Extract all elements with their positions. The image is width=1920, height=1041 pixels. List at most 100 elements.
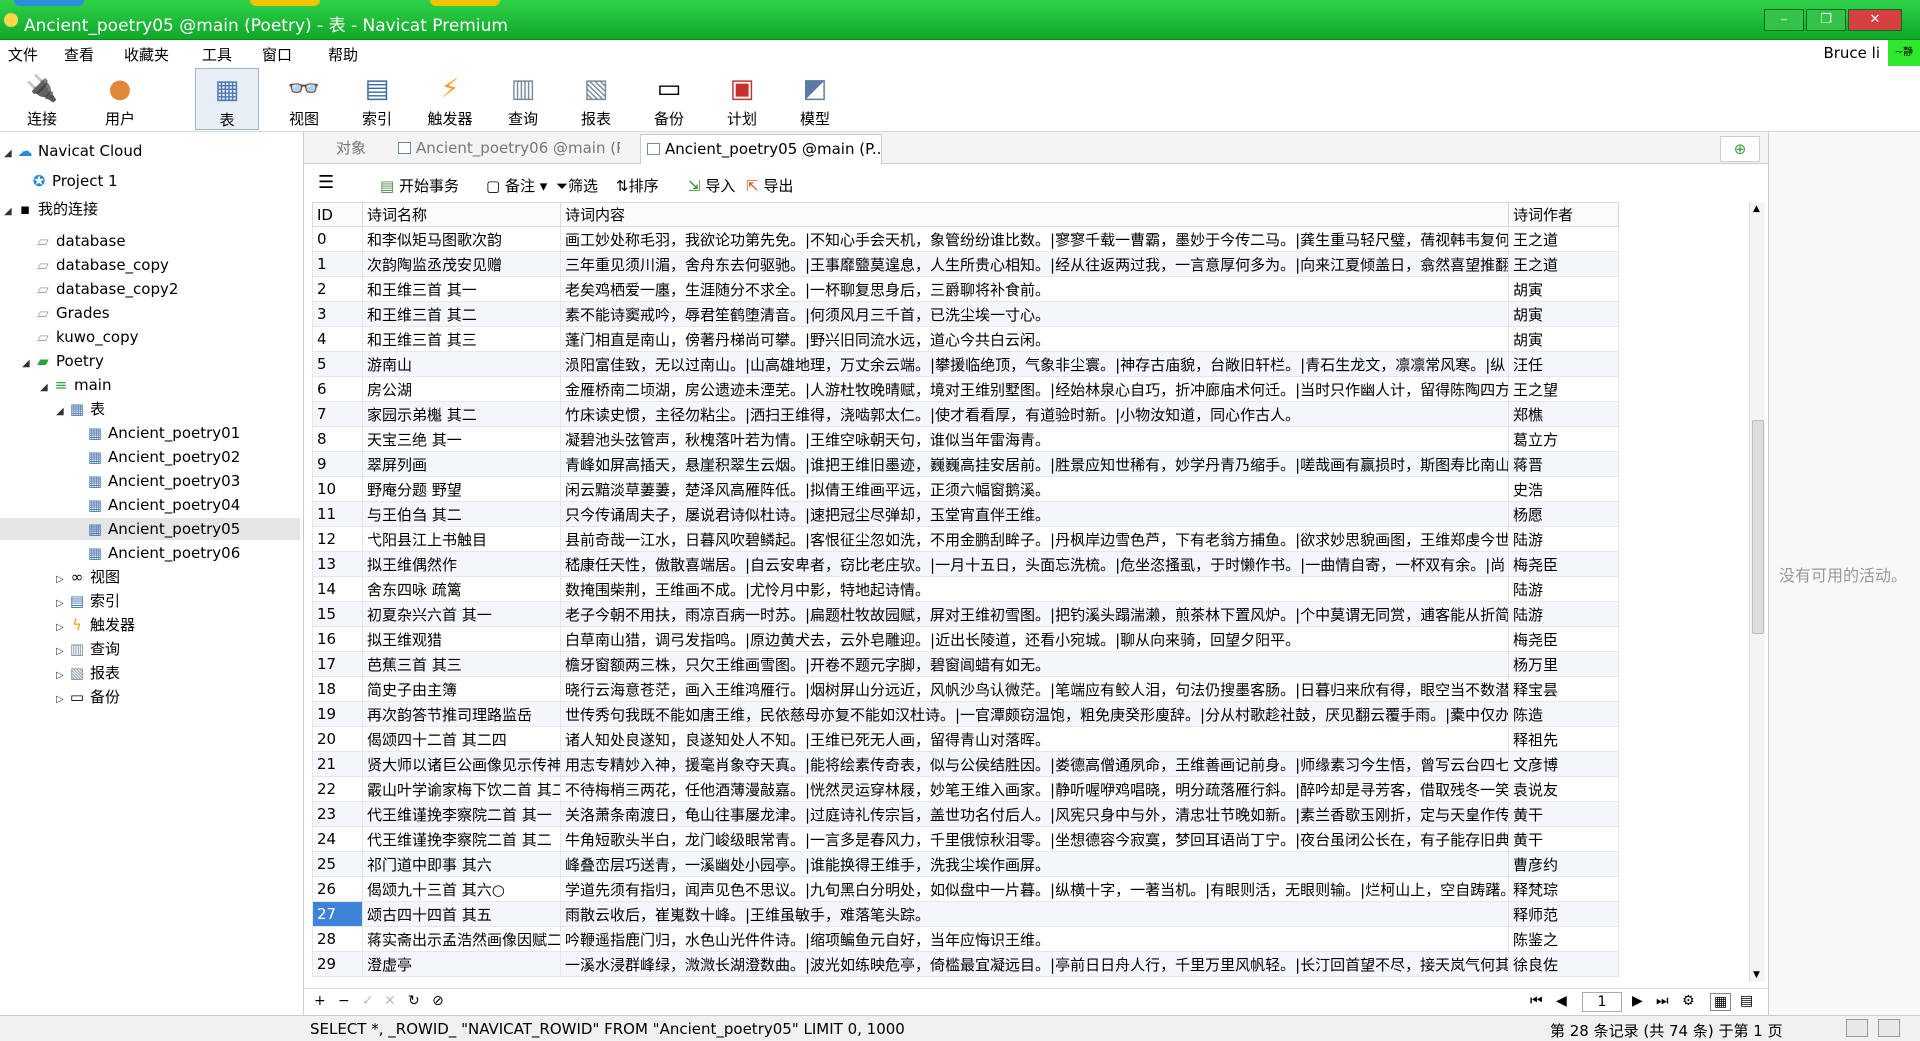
import-button[interactable]: ⇲ 导入 <box>688 175 735 196</box>
menu-view[interactable]: 查看 <box>64 44 94 65</box>
cell-title[interactable]: 芭蕉三首 其三 <box>362 651 561 677</box>
menu-help[interactable]: 帮助 <box>328 44 358 65</box>
tree-table-ancient-poetry05[interactable]: ▦ Ancient_poetry05 <box>0 518 300 540</box>
form-view-icon[interactable]: ▤ <box>1740 993 1753 1009</box>
discard-icon[interactable]: ✕ <box>384 993 396 1009</box>
cell-content[interactable]: 三年重见须川湄，舍舟东去何驱驰。|王事靡盬莫遑息，人生所贵心相知。|经从往返两过… <box>560 251 1509 277</box>
collapse-arrow-icon[interactable]: ▷ <box>56 617 68 639</box>
cell-author[interactable]: 徐良佐 <box>1508 951 1619 977</box>
table-row[interactable]: 19 再次韵答节推司理路监岳 世传秀句我既不能如唐王维，民依慈母亦复不能如汉杜诗。|… <box>312 701 1619 727</box>
cell-id[interactable]: 1 <box>312 251 363 277</box>
cell-author[interactable]: 释宝昙 <box>1508 676 1619 702</box>
cell-content[interactable]: 数掩围柴荆，王维画不成。|尤怜月中影，特地起诗情。 <box>560 576 1509 602</box>
new-tab-icon[interactable]: ⊕ <box>1720 136 1760 162</box>
panel-toggle-icon[interactable] <box>1878 1019 1900 1037</box>
cell-title[interactable]: 舍东四咏 疏篱 <box>362 576 561 602</box>
cell-author[interactable]: 王之道 <box>1508 226 1619 252</box>
cell-title[interactable]: 祁门道中即事 其六 <box>362 851 561 877</box>
cell-content[interactable]: 老子今朝不用扶，雨凉百病一时苏。|扁题杜牧故园赋，屏对王维初雪图。|把钓溪头蹋湍… <box>560 601 1509 627</box>
tree-queries-folder[interactable]: ▷ ▥ 查询 <box>56 638 120 660</box>
cell-id[interactable]: 20 <box>312 726 363 752</box>
table-row[interactable]: 11 与王伯刍 其二 只今传诵周夫子，屡说君诗似杜诗。|速把冠尘尽弹却，玉堂宵直伴王… <box>312 501 1619 527</box>
cell-author[interactable]: 曹彦约 <box>1508 851 1619 877</box>
tree-table-ancient-poetry04[interactable]: ▦ Ancient_poetry04 <box>86 494 240 516</box>
cell-title[interactable]: 天宝三绝 其一 <box>362 426 561 452</box>
cell-title[interactable]: 和王维三首 其二 <box>362 301 561 327</box>
table-row[interactable]: 29 澄虚亭 一溪水浸群峰绿，溦溦长湖澄数曲。|波光如练映危亭，倚槛最宜凝远目。|亭… <box>312 951 1619 977</box>
index-button[interactable]: ▤ 索引 <box>345 68 409 130</box>
cell-author[interactable]: 释梵琮 <box>1508 876 1619 902</box>
table-row[interactable]: 16 拟王维观猎 白草南山猎，调弓发指鸣。|原边黄犬去，云外皂雕迎。|近出长陵道，还… <box>312 626 1619 652</box>
cell-id[interactable]: 2 <box>312 276 363 302</box>
cell-author[interactable]: 黄干 <box>1508 826 1619 852</box>
cell-id[interactable]: 0 <box>312 226 363 252</box>
cell-author[interactable]: 陆游 <box>1508 576 1619 602</box>
cell-content[interactable]: 画工妙处称毛羽，我欲论功第先免。|不知心手会天机，象管纷纷谁比数。|寥寥千载一曹… <box>560 226 1509 252</box>
cell-content[interactable]: 县前奇哉一江水，日暮风吹碧鳞起。|客恨征尘忽如洗，不用金鹏刮眸子。|丹枫岸边雪色… <box>560 526 1509 552</box>
cell-title[interactable]: 代王维谨挽李察院二首 其一 <box>362 801 561 827</box>
cell-content[interactable]: 嵇康任天性，傲散喜端居。|自云安卑者，窃比老庄欤。|一月十五日，头面忘洗梳。|危… <box>560 551 1509 577</box>
scroll-down-icon[interactable]: ▼ <box>1753 970 1760 980</box>
cell-author[interactable]: 梅尧臣 <box>1508 551 1619 577</box>
table-row[interactable]: 15 初夏杂兴六首 其一 老子今朝不用扶，雨凉百病一时苏。|扁题杜牧故园赋，屏对王维… <box>312 601 1619 627</box>
tree-views-folder[interactable]: ▷ ∞ 视图 <box>56 566 120 588</box>
cell-author[interactable]: 梅尧臣 <box>1508 626 1619 652</box>
tree-project[interactable]: ✪ Project 1 <box>30 170 118 192</box>
cell-author[interactable]: 陆游 <box>1508 601 1619 627</box>
table-row[interactable]: 5 游南山 涢阳富佳致，无以过南山。|山高雄地理，万丈余云端。|攀援临绝顶，气象非尘… <box>312 351 1619 377</box>
tree-my-connections[interactable]: ◢ ▪ 我的连接 <box>4 198 98 220</box>
cell-content[interactable]: 关洛萧条南渡日，龟山往事屡龙津。|过庭诗礼传宗旨，盖世功名付后人。|风宪只身中与… <box>560 801 1509 827</box>
connect-button[interactable]: 🔌 连接 <box>10 68 74 130</box>
column-header-content[interactable]: 诗词内容 <box>560 202 1509 227</box>
cell-title[interactable]: 偈颂九十三首 其六○ <box>362 876 561 902</box>
cell-id[interactable]: 28 <box>312 926 363 952</box>
menu-window[interactable]: 窗口 <box>262 44 292 65</box>
cell-author[interactable]: 胡寅 <box>1508 301 1619 327</box>
schedule-button[interactable]: ▣ 计划 <box>710 68 774 130</box>
cell-id[interactable]: 16 <box>312 626 363 652</box>
cell-title[interactable]: 拟王维偶然作 <box>362 551 561 577</box>
cell-id[interactable]: 26 <box>312 876 363 902</box>
collapse-arrow-icon[interactable]: ▷ <box>56 689 68 711</box>
table-row[interactable]: 24 代王维谨挽李察院二首 其二 牛角短歌头半白，龙门峻级眼常青。|一言多是春风力，… <box>312 826 1619 852</box>
tab-ancient-poetry06[interactable]: Ancient_poetry06 @main (P... <box>392 134 620 164</box>
cell-content[interactable]: 凝碧池头弦管声，秋槐落叶若为情。|王维空咏朝天句，谁似当年雷海青。 <box>560 426 1509 452</box>
cell-id[interactable]: 12 <box>312 526 363 552</box>
tree-navicat-cloud[interactable]: ◢ ☁ Navicat Cloud <box>4 140 142 162</box>
cell-id[interactable]: 14 <box>312 576 363 602</box>
cell-id[interactable]: 11 <box>312 501 363 527</box>
cell-title[interactable]: 拟王维观猎 <box>362 626 561 652</box>
tree-db-database-copy2[interactable]: ▱ database_copy2 <box>34 278 178 300</box>
tree-tables-folder[interactable]: ◢ ▦ 表 <box>56 398 105 420</box>
column-header-author[interactable]: 诗词作者 <box>1508 202 1619 227</box>
table-row[interactable]: 7 家园示弟櫆 其二 竹床读史惯，主径勿粘尘。|洒扫王维得，浇啮郭太仁。|使才看看厚… <box>312 401 1619 427</box>
cell-id[interactable]: 22 <box>312 776 363 802</box>
cell-title[interactable]: 游南山 <box>362 351 561 377</box>
tree-db-database[interactable]: ▱ database <box>34 230 125 252</box>
table-row[interactable]: 3 和王维三首 其二 素不能诗窦戒吟，辱君笙鹤堕清音。|何须风月三千首，已洗尘埃一寸… <box>312 301 1619 327</box>
cell-content[interactable]: 诸人知处良遂知，良遂知处人不知。|王维已死无人画，留得青山对落晖。 <box>560 726 1509 752</box>
table-row[interactable]: 6 房公湖 金雁桥南二顷湖，房公遗迹未湮芜。|人游杜牧晚晴赋，境对王维别墅图。|经始… <box>312 376 1619 402</box>
cell-id[interactable]: 23 <box>312 801 363 827</box>
cell-title[interactable]: 次韵陶监丞茂安见赠 <box>362 251 561 277</box>
cell-id[interactable]: 3 <box>312 301 363 327</box>
cell-id[interactable]: 6 <box>312 376 363 402</box>
tree-db-poetry[interactable]: ◢ ▰ Poetry <box>22 350 104 372</box>
table-row[interactable]: 28 蒋实斋出示孟浩然画像因赋二 吟鞭遥指鹿门归，水色山光件件诗。|缩项鳊鱼元自好，… <box>312 926 1619 952</box>
cell-id[interactable]: 18 <box>312 676 363 702</box>
first-page-icon[interactable]: ⏮ <box>1530 993 1543 1009</box>
apply-icon[interactable]: ✓ <box>362 993 374 1009</box>
cell-id[interactable]: 25 <box>312 851 363 877</box>
cell-content[interactable]: 蓬门相直是南山，傍著丹梯尚可攀。|野兴旧同流水远，道心今共白云闲。 <box>560 326 1509 352</box>
column-header-id[interactable]: ID <box>312 202 363 227</box>
table-row[interactable]: 20 偈颂四十二首 其二四 诸人知处良遂知，良遂知处人不知。|王维已死无人画，留得青… <box>312 726 1619 752</box>
cell-content[interactable]: 晓行云海意苍茫，画入王维鸿雁行。|烟树屏山分远近，风帆沙鸟认微茫。|笔端应有鲛人… <box>560 676 1509 702</box>
maximize-button[interactable]: ❐ <box>1806 9 1846 31</box>
table-row[interactable]: 9 翠屏列画 青峰如屏高插天，悬崖积翠生云烟。|谁把王维旧墨迹，巍巍高挂安居前。|胜… <box>312 451 1619 477</box>
cell-content[interactable]: 檐牙窗额两三株，只欠王维画雪图。|开卷不题元字脚，碧窗阊蜡有如无。 <box>560 651 1509 677</box>
expand-arrow-icon[interactable]: ◢ <box>56 401 68 423</box>
cell-author[interactable]: 陆游 <box>1508 526 1619 552</box>
cell-title[interactable]: 简史子由主簿 <box>362 676 561 702</box>
cell-id[interactable]: 9 <box>312 451 363 477</box>
expand-arrow-icon[interactable]: ◢ <box>4 201 16 223</box>
